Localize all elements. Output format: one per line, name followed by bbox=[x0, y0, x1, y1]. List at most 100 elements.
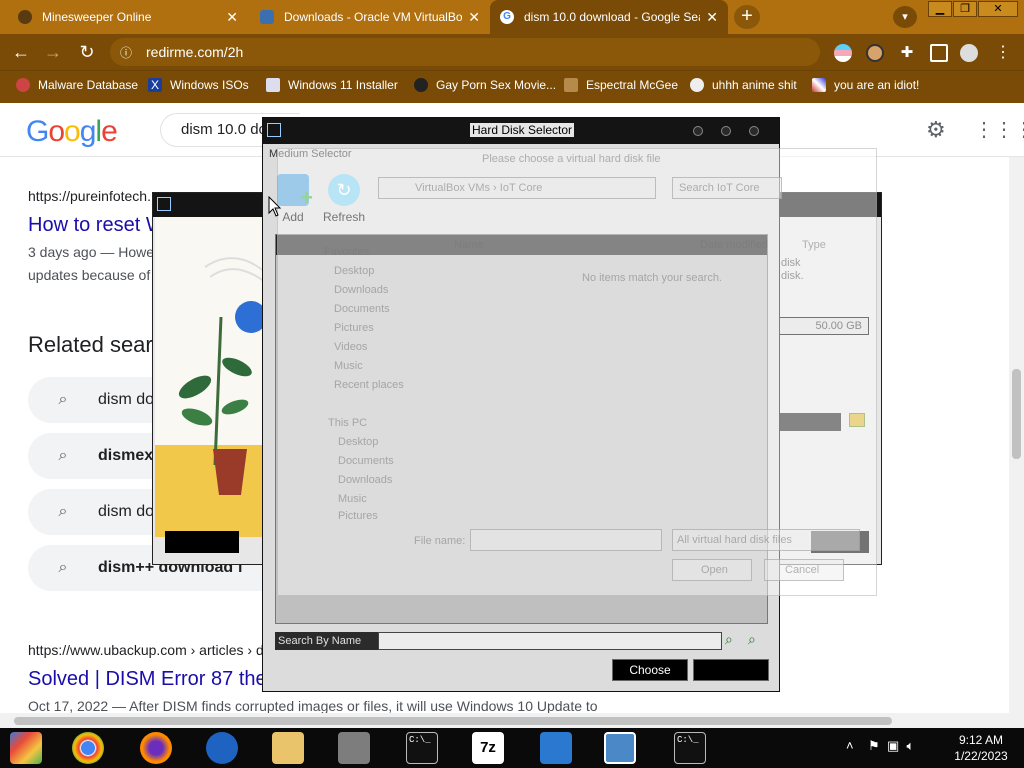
search-box[interactable]: Search IoT Core bbox=[672, 177, 782, 199]
browser-toolbar: ← → ↻ ⓘ redirme.com/2h ✚ ⋮ bbox=[0, 34, 1024, 70]
close-tab-icon[interactable]: ✕ bbox=[226, 9, 238, 26]
scrollbar-thumb[interactable] bbox=[14, 717, 892, 725]
archive-tool-icon[interactable] bbox=[338, 732, 370, 764]
file-explorer-icon[interactable] bbox=[272, 732, 304, 764]
nav-item[interactable]: Pictures bbox=[338, 510, 378, 522]
filename-label: File name: bbox=[414, 535, 466, 547]
side-panel-icon[interactable] bbox=[930, 44, 948, 62]
nav-item[interactable]: Desktop bbox=[338, 436, 378, 448]
nav-item[interactable]: Videos bbox=[334, 341, 367, 353]
nav-item[interactable]: Downloads bbox=[334, 284, 388, 296]
back-arrow-icon[interactable]: ← bbox=[10, 42, 32, 63]
bookmark-windows-isos[interactable]: X Windows ISOs bbox=[148, 78, 249, 92]
close-button[interactable] bbox=[749, 126, 759, 136]
chrome-icon[interactable] bbox=[72, 732, 104, 764]
cancel-label: Cancel bbox=[785, 564, 820, 576]
breadcrumb-bar[interactable]: VirtualBox VMs › IoT Core bbox=[378, 177, 656, 199]
volume-icon[interactable]: 🔈︎ bbox=[906, 738, 914, 753]
nav-item[interactable]: Documents bbox=[334, 303, 390, 315]
obama-logo-icon[interactable] bbox=[206, 732, 238, 764]
result-snippet: Oct 17, 2022 — After DISM finds corrupte… bbox=[28, 698, 598, 714]
bookmark-anime[interactable]: uhhh anime shit bbox=[690, 78, 797, 92]
network-icon[interactable]: ▣ bbox=[887, 738, 899, 753]
nav-item[interactable]: This PC bbox=[328, 417, 367, 429]
nav-item[interactable]: Pictures bbox=[334, 322, 374, 334]
virtualbox-favicon-icon bbox=[260, 10, 274, 24]
extensions-puzzle-icon[interactable]: ✚ bbox=[898, 44, 916, 62]
nav-item[interactable]: Music bbox=[334, 360, 363, 372]
clock[interactable]: 9:12 AM 1/22/2023 bbox=[946, 732, 1016, 764]
open-button[interactable]: Open bbox=[672, 559, 752, 581]
apps-grid-icon[interactable]: ⋮⋮⋮ bbox=[974, 117, 1024, 142]
related-searches-heading: Related sear bbox=[28, 332, 153, 357]
firefox-icon[interactable] bbox=[140, 732, 172, 764]
filename-input[interactable] bbox=[470, 529, 662, 551]
command-prompt-icon[interactable]: C:\_ bbox=[406, 732, 438, 764]
bookmark-windows-11-installer[interactable]: Windows 11 Installer bbox=[266, 78, 398, 92]
reload-icon[interactable]: ↻ bbox=[76, 42, 98, 63]
start-button-icon[interactable] bbox=[10, 732, 42, 764]
open-label: Open bbox=[701, 564, 728, 576]
nav-item[interactable]: Downloads bbox=[338, 474, 392, 486]
bookmark-espectral-mcgee[interactable]: Espectral McGee bbox=[564, 78, 678, 92]
trans-flag-extension-icon[interactable] bbox=[834, 44, 852, 62]
nav-item[interactable]: Recent places bbox=[334, 379, 404, 391]
tab-search-chevron-icon[interactable]: ▾ bbox=[893, 6, 917, 28]
result-title-link[interactable]: How to reset W bbox=[28, 214, 165, 237]
search-previous-icon[interactable]: ⌕ bbox=[725, 631, 743, 649]
menu-kebab-icon[interactable]: ⋮ bbox=[994, 44, 1012, 62]
nav-item[interactable]: Documents bbox=[338, 455, 394, 467]
column-date[interactable]: Date modified bbox=[700, 239, 768, 251]
minimize-button[interactable]: ▁ bbox=[928, 1, 952, 17]
flag-icon[interactable]: ⚑ bbox=[868, 738, 880, 753]
nav-item[interactable]: Desktop bbox=[334, 265, 374, 277]
column-type[interactable]: Type bbox=[802, 239, 826, 251]
remote-app-icon[interactable] bbox=[540, 732, 572, 764]
close-tab-icon[interactable]: ✕ bbox=[468, 9, 480, 26]
tab-virtualbox-downloads[interactable]: Downloads - Oracle VM VirtualBox ✕ bbox=[250, 0, 490, 34]
vertical-scrollbar[interactable] bbox=[1009, 157, 1024, 728]
window-titlebar: Hard Disk Selector bbox=[263, 118, 779, 144]
tray-chevron-icon[interactable]: ˄ bbox=[846, 738, 854, 753]
tab-minesweeper[interactable]: Minesweeper Online ✕ bbox=[8, 0, 248, 34]
google-logo[interactable]: Google bbox=[26, 115, 118, 149]
tab-google-search[interactable]: G dism 10.0 download - Google Search ✕ bbox=[490, 0, 728, 34]
7zip-icon[interactable]: 7z bbox=[472, 732, 504, 764]
url-text: redirme.com/2h bbox=[146, 44, 244, 60]
column-name[interactable]: Name bbox=[454, 239, 483, 251]
close-tab-icon[interactable]: ✕ bbox=[706, 9, 718, 26]
cancel-button[interactable] bbox=[693, 659, 769, 681]
command-prompt-icon[interactable]: C:\_ bbox=[674, 732, 706, 764]
file-type-filter[interactable]: All virtual hard disk files bbox=[672, 529, 860, 551]
horizontal-scrollbar[interactable] bbox=[0, 713, 1009, 728]
search-by-dropdown[interactable]: Search By Name bbox=[275, 632, 378, 650]
profile-extension-icon[interactable] bbox=[866, 44, 884, 62]
result-title-link[interactable]: Solved | DISM Error 87 the bbox=[28, 668, 267, 691]
address-bar[interactable]: ⓘ redirme.com/2h bbox=[110, 38, 820, 66]
nav-item[interactable]: Favorites bbox=[324, 246, 369, 258]
info-icon[interactable]: ⓘ bbox=[120, 44, 132, 61]
bookmark-favicon-icon bbox=[564, 78, 578, 92]
forward-arrow-icon[interactable]: → bbox=[42, 42, 64, 63]
cancel-button[interactable]: Cancel bbox=[764, 559, 844, 581]
scrollbar-thumb[interactable] bbox=[1012, 369, 1021, 459]
dialog-prompt: Please choose a virtual hard disk file bbox=[482, 153, 661, 165]
maximize-button[interactable] bbox=[721, 126, 731, 136]
bookmark-you-are-an-idiot[interactable]: you are an idiot! bbox=[812, 78, 919, 92]
close-window-button[interactable]: ✕ bbox=[978, 1, 1018, 17]
nav-item[interactable]: Music bbox=[338, 493, 367, 505]
choose-button[interactable]: Choose bbox=[612, 659, 688, 681]
search-next-icon[interactable]: ⌕ bbox=[748, 631, 766, 649]
search-input[interactable] bbox=[378, 632, 722, 650]
wizard-button[interactable] bbox=[165, 531, 239, 553]
new-tab-button[interactable]: + bbox=[734, 5, 760, 29]
bookmark-malware-database[interactable]: Malware Database bbox=[16, 78, 138, 92]
profile-avatar-icon[interactable] bbox=[960, 44, 978, 62]
maximize-button[interactable]: ❐ bbox=[953, 1, 977, 17]
virtualbox-icon[interactable] bbox=[604, 732, 636, 764]
gear-icon[interactable]: ⚙ bbox=[926, 117, 946, 143]
bookmark-movie[interactable]: Gay Porn Sex Movie... bbox=[414, 78, 556, 92]
result-snippet: updates because of bbox=[28, 267, 151, 283]
minimize-button[interactable] bbox=[693, 126, 703, 136]
related-search-text: dism do bbox=[98, 391, 155, 408]
